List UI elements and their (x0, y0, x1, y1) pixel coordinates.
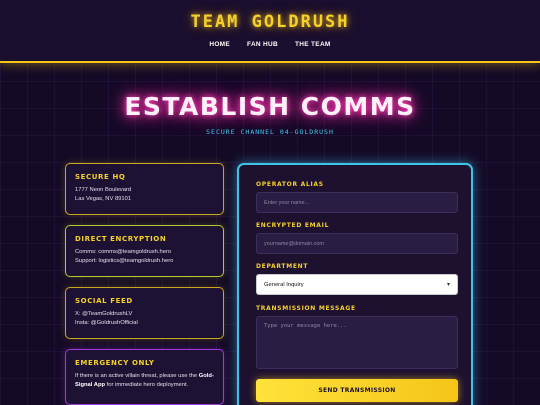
emergency-text-after: for immediate hero deployment. (105, 382, 189, 388)
card-line: Comms: comms@teamgoldrush.hero (75, 249, 172, 255)
department-value: General Inquiry (264, 281, 304, 288)
page-subtitle: SECURE CHANNEL 04-GOLDRUSH (206, 128, 334, 136)
card-direct-encryption: DIRECT ENCRYPTION Comms: comms@teamgoldr… (65, 225, 224, 277)
card-line: 1777 Neon Boulevard (75, 187, 132, 193)
main-nav: HOME FAN HUB THE TEAM (0, 41, 540, 48)
page-title: ESTABLISH COMMS (124, 92, 416, 121)
nav-fan-hub[interactable]: FAN HUB (247, 41, 278, 48)
card-emergency: EMERGENCY ONLY If there is an active vil… (65, 349, 224, 405)
brand-logo[interactable]: TEAM GOLDRUSH (0, 12, 540, 32)
card-title: DIRECT ENCRYPTION (75, 235, 167, 243)
emergency-text: If there is an active villain threat, pl… (75, 372, 214, 390)
department-select[interactable]: General Inquiry ▾ (256, 274, 458, 295)
card-title: SOCIAL FEED (75, 297, 133, 305)
card-line: X: @TeamGoldrushLV (75, 311, 133, 317)
contact-form: OPERATOR ALIAS ENCRYPTED EMAIL DEPARTMEN… (237, 163, 473, 405)
nav-the-team[interactable]: THE TEAM (295, 41, 331, 48)
send-transmission-button[interactable]: SEND TRANSMISSION (256, 379, 458, 402)
alias-label: OPERATOR ALIAS (256, 181, 324, 188)
card-line: Las Vegas, NV 89101 (75, 196, 132, 202)
email-input[interactable] (256, 233, 458, 254)
nav-home[interactable]: HOME (209, 41, 230, 48)
emergency-text-before: If there is an active villain threat, pl… (75, 373, 199, 379)
message-textarea[interactable] (256, 316, 458, 369)
email-label: ENCRYPTED EMAIL (256, 222, 330, 229)
card-title: SECURE HQ (75, 173, 126, 181)
chevron-down-icon: ▾ (446, 282, 450, 288)
department-label: DEPARTMENT (256, 263, 309, 270)
card-social-feed: SOCIAL FEED X: @TeamGoldrushLV Insta: @G… (65, 287, 224, 339)
message-label: TRANSMISSION MESSAGE (256, 305, 356, 312)
card-secure-hq: SECURE HQ 1777 Neon Boulevard Las Vegas,… (65, 163, 224, 215)
card-line: Support: logistics@teamgoldrush.hero (75, 258, 174, 264)
alias-input[interactable] (256, 192, 458, 213)
card-title: EMERGENCY ONLY (75, 359, 155, 367)
site-header: TEAM GOLDRUSH HOME FAN HUB THE TEAM (0, 0, 540, 63)
card-line: Insta: @GoldrushOfficial (75, 320, 138, 326)
